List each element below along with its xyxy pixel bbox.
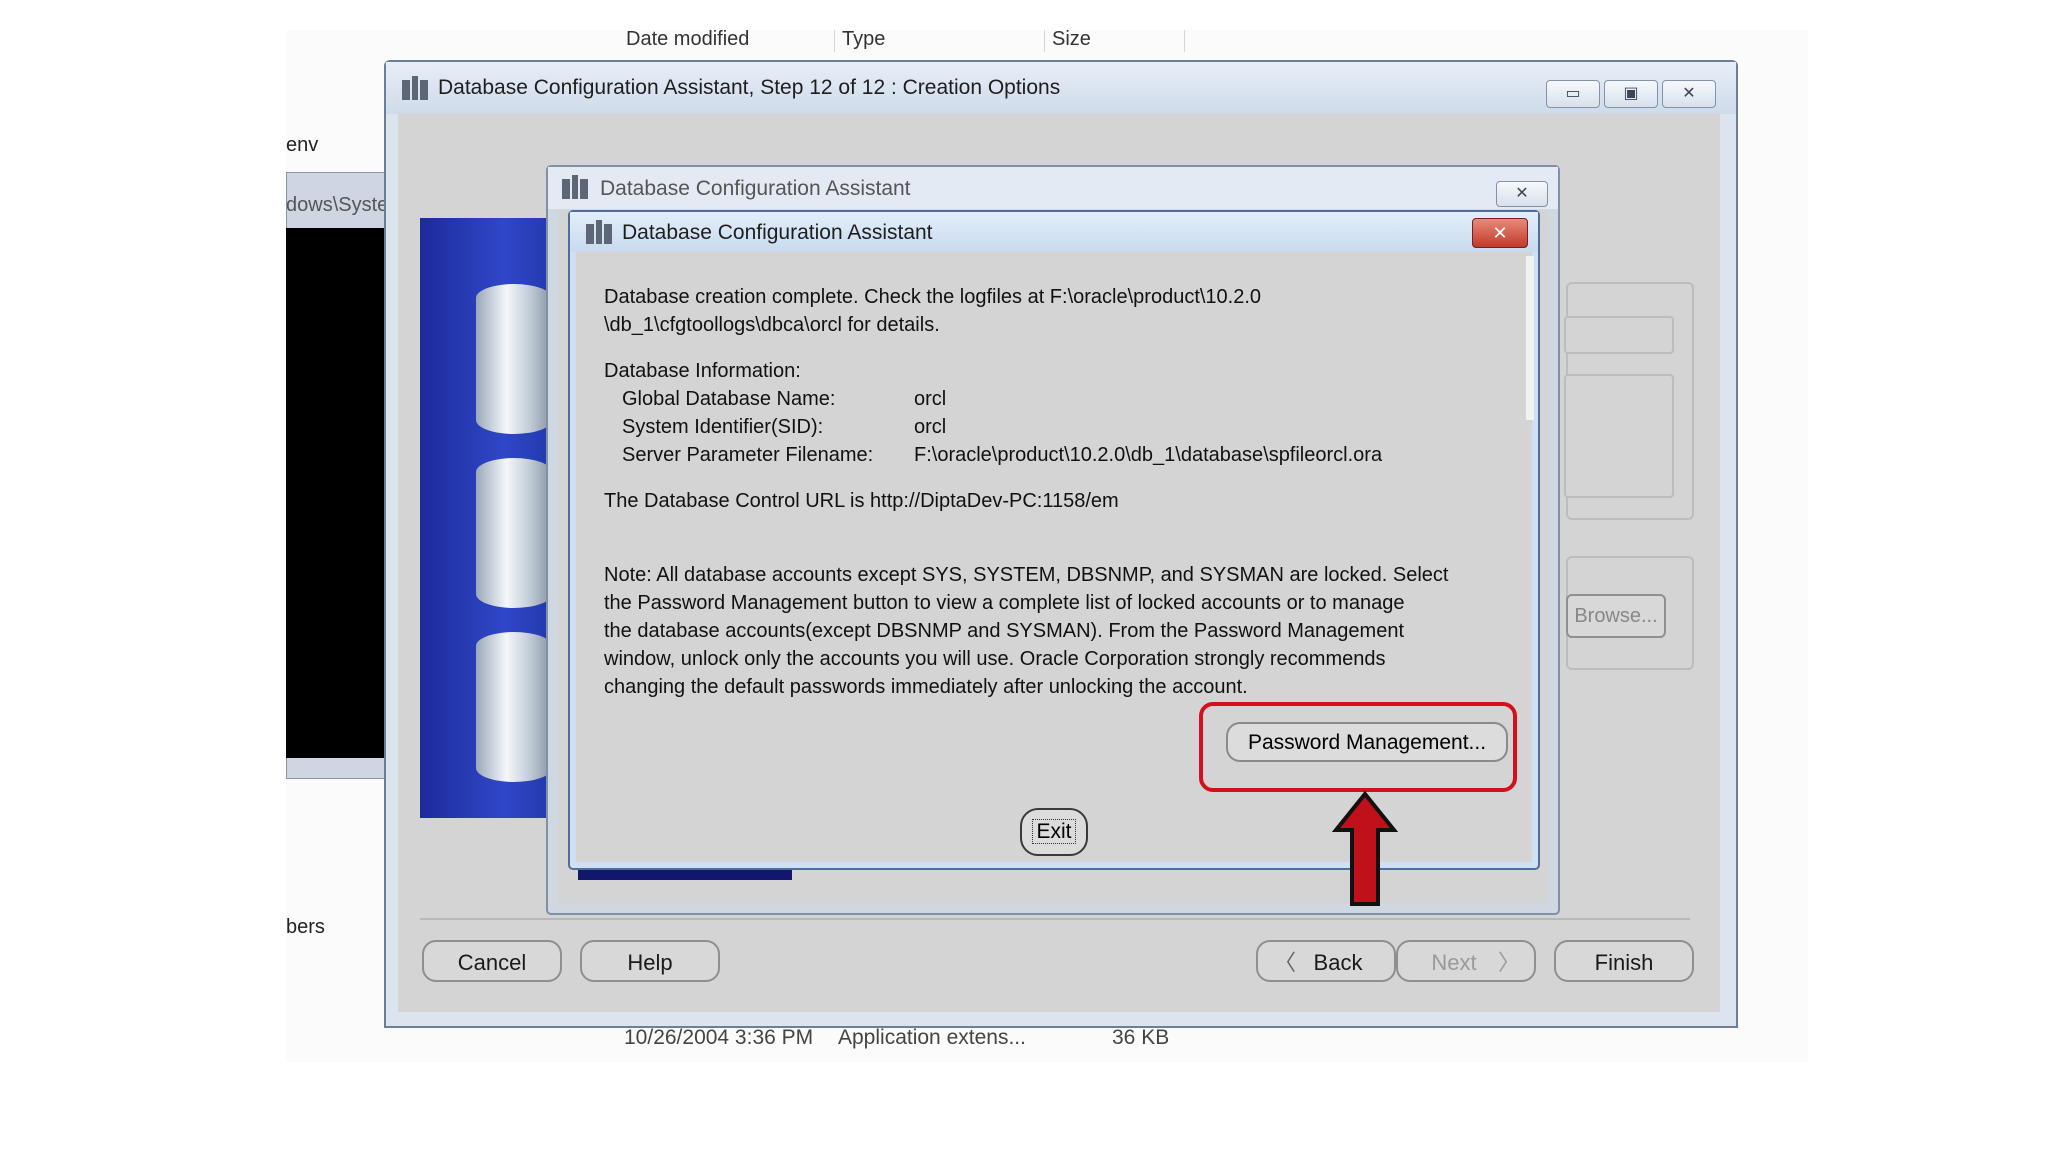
completion-dialog-titlebar[interactable]: Database Configuration Assistant ✕ <box>570 212 1538 252</box>
note-line: the Password Management button to view a… <box>604 592 1405 614</box>
column-separator <box>834 30 835 52</box>
column-header-type[interactable]: Type <box>842 28 885 51</box>
info-value: orcl <box>914 388 947 410</box>
completion-message: Database creation complete. Check the lo… <box>604 286 1262 308</box>
note-line: Note: All database accounts except SYS, … <box>604 564 1449 586</box>
text-field[interactable] <box>1564 316 1674 354</box>
back-button-label: Back <box>1313 950 1363 975</box>
column-header-size[interactable]: Size <box>1052 28 1091 51</box>
database-icon <box>402 76 428 102</box>
column-separator <box>1184 30 1185 52</box>
info-heading: Database Information: <box>604 360 801 382</box>
info-label: Global Database Name: <box>622 388 836 410</box>
info-label: System Identifier(SID): <box>622 416 824 438</box>
database-cylinder-icon <box>476 632 552 782</box>
database-icon <box>562 175 588 201</box>
background-dialog-titlebar[interactable]: Database Configuration Assistant ✕ <box>548 167 1558 209</box>
cancel-button[interactable]: Cancel <box>422 940 562 982</box>
left-pane-text: bers <box>286 916 325 938</box>
next-button-label: Next <box>1431 950 1477 975</box>
database-cylinder-icon <box>476 284 552 434</box>
back-button[interactable]: 〈 Back <box>1256 940 1396 982</box>
background-dialog-title: Database Configuration Assistant <box>600 177 911 200</box>
close-icon[interactable]: ✕ <box>1472 218 1528 248</box>
column-header-date-modified[interactable]: Date modified <box>626 28 749 51</box>
wizard-side-image <box>420 218 560 818</box>
browse-button[interactable]: Browse... <box>1566 594 1666 638</box>
maximize-button[interactable]: ▣ <box>1604 80 1658 108</box>
wizard-title: Database Configuration Assistant, Step 1… <box>438 76 1061 99</box>
close-button[interactable]: ✕ <box>1496 181 1548 207</box>
scrollbar[interactable] <box>1526 256 1534 420</box>
completion-dialog-title: Database Configuration Assistant <box>622 221 933 244</box>
terminal-area <box>286 228 386 758</box>
text-area[interactable] <box>1564 374 1674 498</box>
chevron-right-icon: 〉 <box>1497 950 1520 975</box>
info-value: orcl <box>914 416 947 438</box>
arrow-up-icon <box>1331 790 1399 906</box>
left-pane-text: env <box>286 134 319 156</box>
help-button[interactable]: Help <box>580 940 720 982</box>
wizard-separator <box>420 918 1690 920</box>
file-date: 10/26/2004 3:36 PM <box>624 1026 814 1049</box>
file-type: Application extens... <box>838 1026 1026 1049</box>
note-line: window, unlock only the accounts you wil… <box>604 648 1386 670</box>
next-button[interactable]: Next 〉 <box>1396 940 1536 982</box>
minimize-button[interactable]: ▭ <box>1546 80 1600 108</box>
console-url: The Database Control URL is http://Dipta… <box>604 490 1119 512</box>
wizard-titlebar[interactable]: Database Configuration Assistant, Step 1… <box>386 62 1736 114</box>
info-label: Server Parameter Filename: <box>622 444 874 466</box>
chevron-left-icon: 〈 <box>1274 950 1297 975</box>
completion-message: \db_1\cfgtoollogs\dbca\orcl for details. <box>604 314 940 336</box>
close-button[interactable]: ✕ <box>1662 80 1716 108</box>
note-line: the database accounts(except DBSNMP and … <box>604 620 1405 642</box>
highlight-box <box>1199 702 1517 792</box>
column-separator <box>1044 30 1045 52</box>
finish-button[interactable]: Finish <box>1554 940 1694 982</box>
info-value: F:\oracle\product\10.2.0\db_1\database\s… <box>914 444 1383 466</box>
file-size: 36 KB <box>1112 1026 1170 1049</box>
database-cylinder-icon <box>476 458 552 608</box>
left-pane-path: dows\Syste <box>286 194 389 216</box>
exit-button-label: Exit <box>1032 819 1076 844</box>
database-icon <box>586 220 612 246</box>
exit-button[interactable]: Exit <box>1020 808 1088 856</box>
note-line: changing the default passwords immediate… <box>604 676 1248 698</box>
